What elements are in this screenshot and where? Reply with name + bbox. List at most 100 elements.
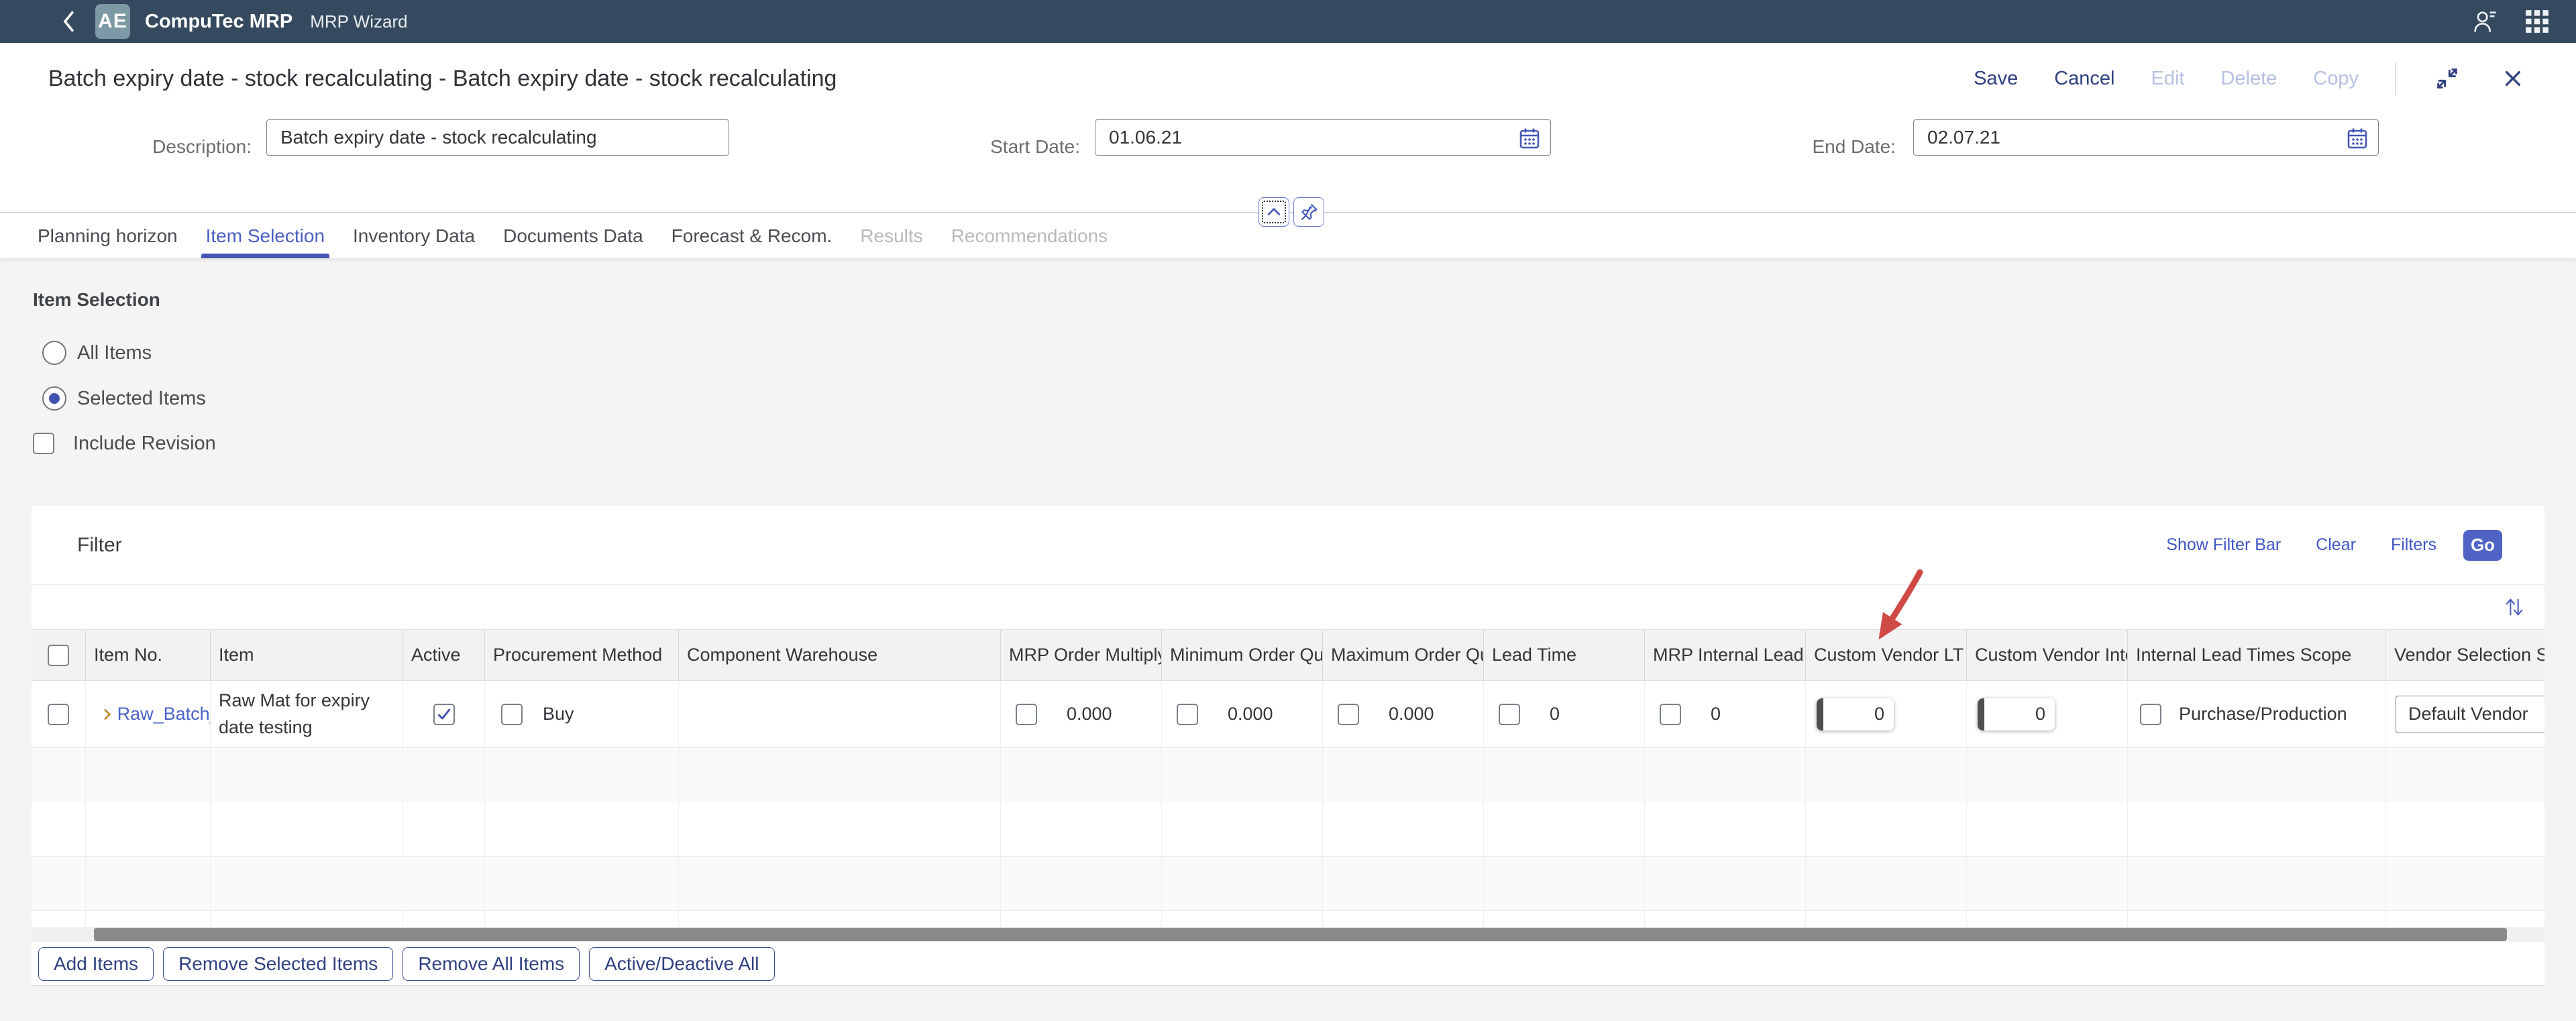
- cell-checkbox[interactable]: [2140, 704, 2161, 725]
- start-date-input[interactable]: [1095, 119, 1551, 156]
- custom-vendor-lt-cell: [1805, 681, 1966, 747]
- active-deactive-all-button[interactable]: Active/Deactive All: [589, 947, 774, 981]
- app-logo-badge[interactable]: AE: [95, 4, 130, 39]
- page-header: Batch expiry date - stock recalculating …: [0, 43, 2576, 114]
- description-label: Description:: [60, 129, 252, 165]
- expand-chevron-icon[interactable]: [103, 706, 112, 722]
- empty-rows: [32, 748, 2544, 927]
- vendor-strategy-value: Default Vendor: [2408, 704, 2544, 724]
- tab-planning-horizon[interactable]: Planning horizon: [23, 213, 192, 258]
- col-mrp-order-multiply[interactable]: MRP Order Multiply: [1000, 630, 1161, 680]
- col-minimum-order-qty[interactable]: Minimum Order Qua...: [1161, 630, 1322, 680]
- exit-fullscreen-icon[interactable]: [2432, 64, 2462, 93]
- radio-selected-items[interactable]: Selected Items: [42, 386, 2576, 411]
- sort-icon[interactable]: [2503, 596, 2526, 618]
- col-maximum-order-qty[interactable]: Maximum Order Qu...: [1322, 630, 1483, 680]
- custom-vendor-internal-input[interactable]: [1984, 698, 2055, 731]
- active-checkbox[interactable]: [433, 704, 455, 725]
- include-revision-row[interactable]: Include Revision: [33, 431, 2576, 455]
- col-procurement-method[interactable]: Procurement Method: [484, 630, 678, 680]
- description-input[interactable]: [266, 119, 729, 156]
- cell-checkbox[interactable]: [1338, 704, 1359, 725]
- header-actions: Save Cancel Edit Delete Copy: [1974, 62, 2528, 95]
- header-form: Description: Start Date: End Date:: [0, 114, 2576, 176]
- remove-selected-items-button[interactable]: Remove Selected Items: [163, 947, 393, 981]
- horizontal-scrollbar[interactable]: [32, 927, 2544, 942]
- mrp-order-multiply-cell: 0.000: [1000, 681, 1161, 747]
- edit-button[interactable]: Edit: [2151, 68, 2184, 90]
- page-title: Batch expiry date - stock recalculating …: [48, 66, 1974, 92]
- table-header-row: Item No. Item Active Procurement Method …: [32, 630, 2544, 681]
- tab-item-selection[interactable]: Item Selection: [192, 213, 339, 258]
- show-filter-bar-link[interactable]: Show Filter Bar: [2166, 535, 2281, 555]
- col-active[interactable]: Active: [402, 630, 484, 680]
- cell-value: 0: [1550, 704, 1560, 724]
- custom-vendor-lt-input[interactable]: [1823, 698, 1894, 731]
- app-subtitle: MRP Wizard: [310, 11, 407, 32]
- radio-circle[interactable]: [42, 386, 66, 411]
- remove-all-items-button[interactable]: Remove All Items: [402, 947, 580, 981]
- tab-inventory-data[interactable]: Inventory Data: [339, 213, 489, 258]
- app-grid-icon[interactable]: [2522, 7, 2552, 36]
- collapse-header-button[interactable]: [1258, 197, 1289, 227]
- custom-vendor-internal-input-wrap: [1978, 698, 2055, 731]
- vendor-selection-strategy-cell: Default Vendor: [2385, 681, 2544, 747]
- procurement-checkbox[interactable]: [501, 704, 523, 725]
- cell-value: Purchase/Production: [2179, 704, 2347, 724]
- item-no-link[interactable]: Raw_Batch_...: [117, 704, 210, 724]
- app-name: CompuTec MRP: [145, 11, 292, 33]
- tab-results[interactable]: Results: [846, 213, 936, 258]
- vendor-strategy-select[interactable]: Default Vendor: [2396, 696, 2544, 733]
- end-date-input[interactable]: [1913, 119, 2379, 156]
- cell-checkbox[interactable]: [1499, 704, 1520, 725]
- close-icon[interactable]: [2498, 64, 2528, 93]
- pin-header-button[interactable]: [1293, 197, 1324, 227]
- back-icon[interactable]: [58, 10, 80, 33]
- calendar-icon[interactable]: [1517, 126, 1542, 150]
- tab-recommendations[interactable]: Recommendations: [937, 213, 1122, 258]
- end-date-field: [1913, 119, 2379, 156]
- cell-checkbox[interactable]: [1016, 704, 1037, 725]
- add-items-button[interactable]: Add Items: [38, 947, 154, 981]
- col-component-warehouse[interactable]: Component Warehouse: [678, 630, 1000, 680]
- value-state-bar: [1978, 698, 1984, 731]
- item-cell: Raw Mat for expiry date testing: [210, 681, 402, 747]
- include-revision-checkbox[interactable]: [33, 433, 54, 454]
- filters-link[interactable]: Filters: [2391, 535, 2436, 555]
- mrp-internal-lead-time-cell: 0: [1644, 681, 1805, 747]
- col-internal-lead-times-scope[interactable]: Internal Lead Times Scope: [2127, 630, 2385, 680]
- copy-button[interactable]: Copy: [2313, 68, 2359, 90]
- tab-forecast-recom[interactable]: Forecast & Recom.: [657, 213, 847, 258]
- radio-all-items[interactable]: All Items: [42, 340, 2576, 366]
- col-lead-time[interactable]: Lead Time: [1483, 630, 1644, 680]
- col-vendor-selection-strategy[interactable]: Vendor Selection Strateg...: [2385, 630, 2544, 680]
- minimum-order-qty-cell: 0.000: [1161, 681, 1322, 747]
- col-item-no[interactable]: Item No.: [85, 630, 210, 680]
- table-row: Raw_Batch_... Raw Mat for expiry date te…: [32, 681, 2544, 748]
- col-item[interactable]: Item: [210, 630, 402, 680]
- go-button[interactable]: Go: [2463, 530, 2502, 561]
- items-table-card: Filter Show Filter Bar Clear Filters Go: [32, 506, 2544, 985]
- col-custom-vendor-lt[interactable]: Custom Vendor LT: [1805, 630, 1966, 680]
- save-button[interactable]: Save: [1974, 68, 2018, 90]
- tab-documents-data[interactable]: Documents Data: [489, 213, 657, 258]
- col-custom-vendor-internal[interactable]: Custom Vendor Inter...: [1966, 630, 2127, 680]
- cell-checkbox[interactable]: [1660, 704, 1681, 725]
- row-checkbox[interactable]: [48, 704, 69, 725]
- cell-value: 0: [1711, 704, 1721, 724]
- cancel-button[interactable]: Cancel: [2054, 68, 2114, 90]
- select-all-checkbox[interactable]: [48, 645, 69, 666]
- start-date-label: Start Date:: [926, 129, 1080, 165]
- user-account-icon[interactable]: [2470, 7, 2500, 36]
- shell-bar: AE CompuTec MRP MRP Wizard: [0, 0, 2576, 43]
- calendar-icon[interactable]: [2345, 126, 2369, 150]
- value-state-bar: [1817, 698, 1823, 731]
- cell-checkbox[interactable]: [1177, 704, 1198, 725]
- delete-button[interactable]: Delete: [2220, 68, 2277, 90]
- clear-link[interactable]: Clear: [2316, 535, 2356, 555]
- radio-circle[interactable]: [42, 341, 66, 365]
- scrollbar-thumb[interactable]: [94, 928, 2507, 941]
- actions-separator: [2395, 62, 2396, 95]
- col-mrp-internal-lead-time[interactable]: MRP Internal Lead T...: [1644, 630, 1805, 680]
- custom-vendor-lt-input-wrap: [1817, 698, 1894, 731]
